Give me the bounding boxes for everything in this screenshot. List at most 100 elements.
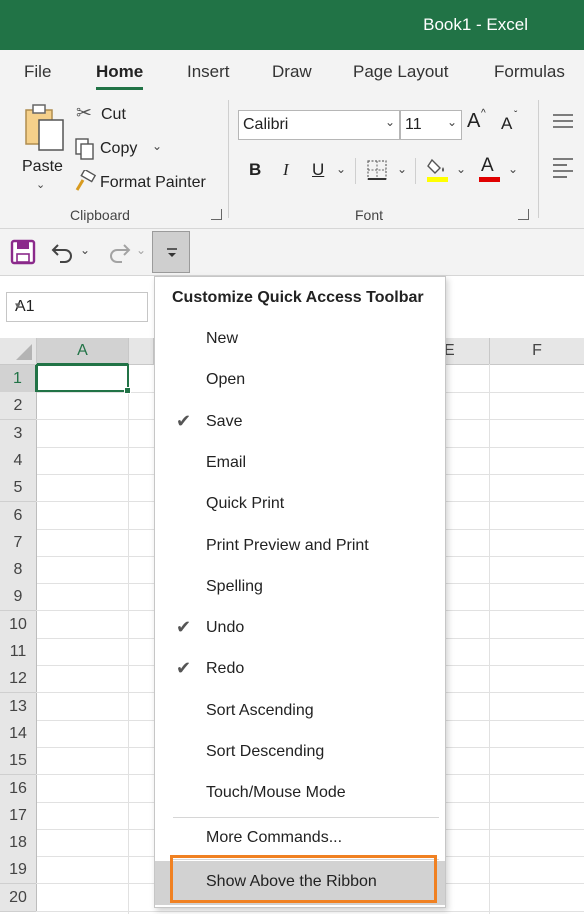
column-header-e[interactable]: E [444, 338, 490, 365]
fill-handle[interactable] [124, 387, 131, 394]
customize-qat-button[interactable] [152, 231, 190, 273]
top-align-button[interactable] [552, 112, 574, 132]
row-header-6[interactable]: 6 [0, 502, 37, 530]
row-gridline [36, 911, 584, 912]
menu-item-label: Save [206, 413, 243, 430]
font-launcher[interactable] [518, 209, 529, 220]
borders-dropdown-icon[interactable]: ⌄ [397, 162, 407, 176]
tab-insert[interactable]: Insert [187, 62, 230, 82]
row-header-4[interactable]: 4 [0, 447, 37, 475]
shrink-font-button[interactable]: A ˇ [501, 110, 527, 140]
highlight-outline [170, 855, 437, 903]
row-header-7[interactable]: 7 [0, 529, 37, 557]
row-header-3[interactable]: 3 [0, 420, 37, 448]
menu-separator [173, 817, 439, 818]
menu-item-quick-print[interactable]: Quick Print [155, 485, 445, 525]
copy-icon [75, 138, 94, 160]
align-left-button[interactable] [552, 156, 574, 182]
tab-page-layout[interactable]: Page Layout [353, 62, 448, 82]
row-header-14[interactable]: 14 [0, 720, 37, 748]
menu-item-label: Email [206, 454, 247, 471]
tab-home-label: Home [96, 62, 144, 81]
font-name-dropdown-icon: ⌄ [384, 115, 395, 129]
ribbon-tabs: File Home Insert Draw Page Layout Formul… [0, 50, 584, 94]
quick-access-toolbar: ⌄ ⌄ [0, 229, 584, 276]
row-header-20[interactable]: 20 [0, 884, 37, 912]
select-all-corner[interactable] [0, 338, 37, 365]
font-color-icon: A [481, 155, 494, 176]
menu-item-label: Spelling [206, 578, 263, 595]
row-header-1[interactable]: 1 [0, 365, 37, 393]
row-header-9[interactable]: 9 [0, 583, 37, 611]
cut-label: Cut [101, 106, 126, 123]
undo-button[interactable]: ⌄ [50, 239, 94, 265]
shrink-font-caret-icon: ˇ [514, 110, 518, 121]
row-header-2[interactable]: 2 [0, 392, 37, 420]
cut-button[interactable]: ✂ Cut [76, 103, 156, 126]
menu-item-undo[interactable]: ✔ Undo [155, 609, 445, 649]
redo-button[interactable]: ⌄ [106, 239, 150, 265]
fill-color-dropdown-icon[interactable]: ⌄ [456, 162, 466, 176]
format-painter-button[interactable]: Format Painter [74, 170, 214, 194]
clipboard-launcher[interactable] [211, 209, 222, 220]
row-header-19[interactable]: 19 [0, 856, 37, 884]
font-name-select[interactable]: Calibri ⌄ [238, 110, 400, 140]
name-box[interactable]: A1 ▾ [6, 292, 148, 322]
borders-button[interactable] [366, 159, 388, 181]
menu-item-print-preview-and-print[interactable]: Print Preview and Print [155, 527, 445, 567]
menu-item-label: New [206, 330, 239, 347]
font-divider [355, 158, 356, 184]
fill-color-button[interactable] [426, 156, 450, 184]
ribbon: Paste ⌄ ✂ Cut Copy ⌄ Format Painter Clip… [0, 94, 584, 229]
tab-file[interactable]: File [24, 62, 51, 82]
select-all-triangle-icon [16, 344, 32, 360]
tab-formulas[interactable]: Formulas [494, 62, 565, 82]
menu-item-sort-descending[interactable]: Sort Descending [155, 733, 445, 773]
grow-font-button[interactable]: A ^ [467, 108, 493, 136]
row-header-17[interactable]: 17 [0, 802, 37, 830]
menu-item-more-commands[interactable]: More Commands... [155, 819, 445, 859]
checkmark-icon: ✔ [176, 411, 192, 431]
font-color-bar [479, 177, 500, 182]
row-header-13[interactable]: 13 [0, 693, 37, 721]
title-bar: Book1 - Excel [0, 0, 584, 50]
menu-item-open[interactable]: Open [155, 361, 445, 401]
font-size-select[interactable]: 11 ⌄ [400, 110, 462, 140]
save-button[interactable] [10, 239, 36, 265]
menu-item-redo[interactable]: ✔ Redo [155, 650, 445, 690]
italic-button[interactable]: I [283, 160, 289, 180]
column-header-b[interactable] [129, 338, 154, 365]
menu-item-spelling[interactable]: Spelling [155, 568, 445, 608]
tab-draw[interactable]: Draw [272, 62, 312, 82]
active-cell-a1[interactable] [36, 364, 131, 394]
active-tab-underline [96, 87, 144, 90]
copy-button[interactable]: Copy ⌄ [74, 137, 170, 161]
column-header-f[interactable]: F [490, 338, 584, 365]
underline-button[interactable]: U [312, 160, 324, 180]
menu-item-save[interactable]: ✔ Save [155, 403, 445, 443]
menu-item-email[interactable]: Email [155, 444, 445, 484]
row-header-12[interactable]: 12 [0, 665, 37, 693]
menu-item-label: Redo [206, 660, 245, 677]
row-header-15[interactable]: 15 [0, 747, 37, 775]
grow-font-caret-icon: ^ [481, 108, 486, 119]
menu-item-touch-mouse-mode[interactable]: Touch/Mouse Mode [155, 774, 445, 814]
row-header-11[interactable]: 11 [0, 638, 37, 666]
font-color-dropdown-icon[interactable]: ⌄ [508, 162, 518, 176]
row-header-5[interactable]: 5 [0, 474, 37, 502]
bold-button[interactable]: B [249, 160, 261, 180]
underline-dropdown-icon[interactable]: ⌄ [336, 162, 346, 176]
row-header-10[interactable]: 10 [0, 611, 37, 639]
paste-button[interactable]: Paste ⌄ [14, 100, 70, 198]
tab-home[interactable]: Home [96, 62, 144, 90]
font-color-button[interactable]: A [478, 155, 502, 184]
menu-item-label: Undo [206, 619, 245, 636]
row-header-8[interactable]: 8 [0, 556, 37, 584]
menu-item-new[interactable]: New [155, 320, 445, 360]
row-header-18[interactable]: 18 [0, 829, 37, 857]
font-size-dropdown-icon: ⌄ [446, 115, 457, 129]
menu-item-sort-ascending[interactable]: Sort Ascending [155, 692, 445, 732]
menu-item-label: Print Preview and Print [206, 537, 369, 554]
column-header-a[interactable]: A [37, 338, 129, 365]
row-header-16[interactable]: 16 [0, 775, 37, 803]
